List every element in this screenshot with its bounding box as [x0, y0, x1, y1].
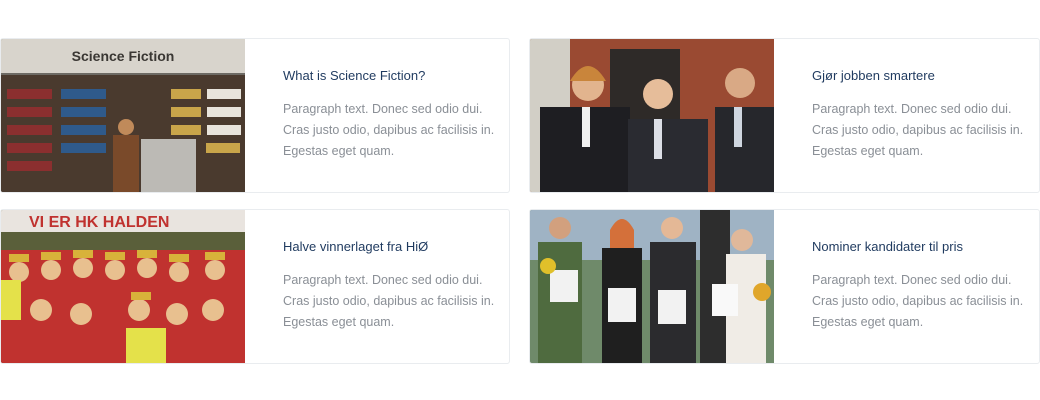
handball-team-photo: VI ER HK HALDEN — [1, 210, 245, 363]
card-text: Paragraph text. Donec sed odio dui. Cras… — [812, 102, 1024, 158]
bookstore-sign-text: Science Fiction — [72, 48, 175, 64]
three-men-photo — [530, 39, 774, 192]
card-title[interactable]: Nominer kandidater til pris — [812, 238, 1025, 256]
card-title[interactable]: Gjør jobben smartere — [812, 67, 1025, 85]
card-image-handball-team[interactable]: VI ER HK HALDEN — [1, 210, 245, 363]
card-text: Paragraph text. Donec sed odio dui. Cras… — [812, 273, 1024, 329]
award-winners-photo — [530, 210, 774, 363]
card-image-bookstore[interactable]: Science Fiction — [1, 39, 245, 192]
card-image-three-men[interactable] — [530, 39, 774, 192]
news-card[interactable]: Science Fiction What is Science Fiction?… — [0, 38, 510, 193]
banner-text: VI ER HK HALDEN — [29, 214, 169, 231]
card-title[interactable]: Halve vinnerlaget fra HiØ — [283, 238, 495, 256]
card-text: Paragraph text. Donec sed odio dui. Cras… — [283, 273, 495, 329]
news-card[interactable]: VI ER HK HALDEN Halve vinnerlaget fra Hi… — [0, 209, 510, 364]
bookstore-photo: Science Fiction — [1, 39, 245, 192]
card-image-award-winners[interactable] — [530, 210, 774, 363]
news-card[interactable]: Gjør jobben smartere Paragraph text. Don… — [529, 38, 1040, 193]
card-title[interactable]: What is Science Fiction? — [283, 67, 495, 85]
card-text: Paragraph text. Donec sed odio dui. Cras… — [283, 102, 495, 158]
news-card[interactable]: Nominer kandidater til pris Paragraph te… — [529, 209, 1040, 364]
